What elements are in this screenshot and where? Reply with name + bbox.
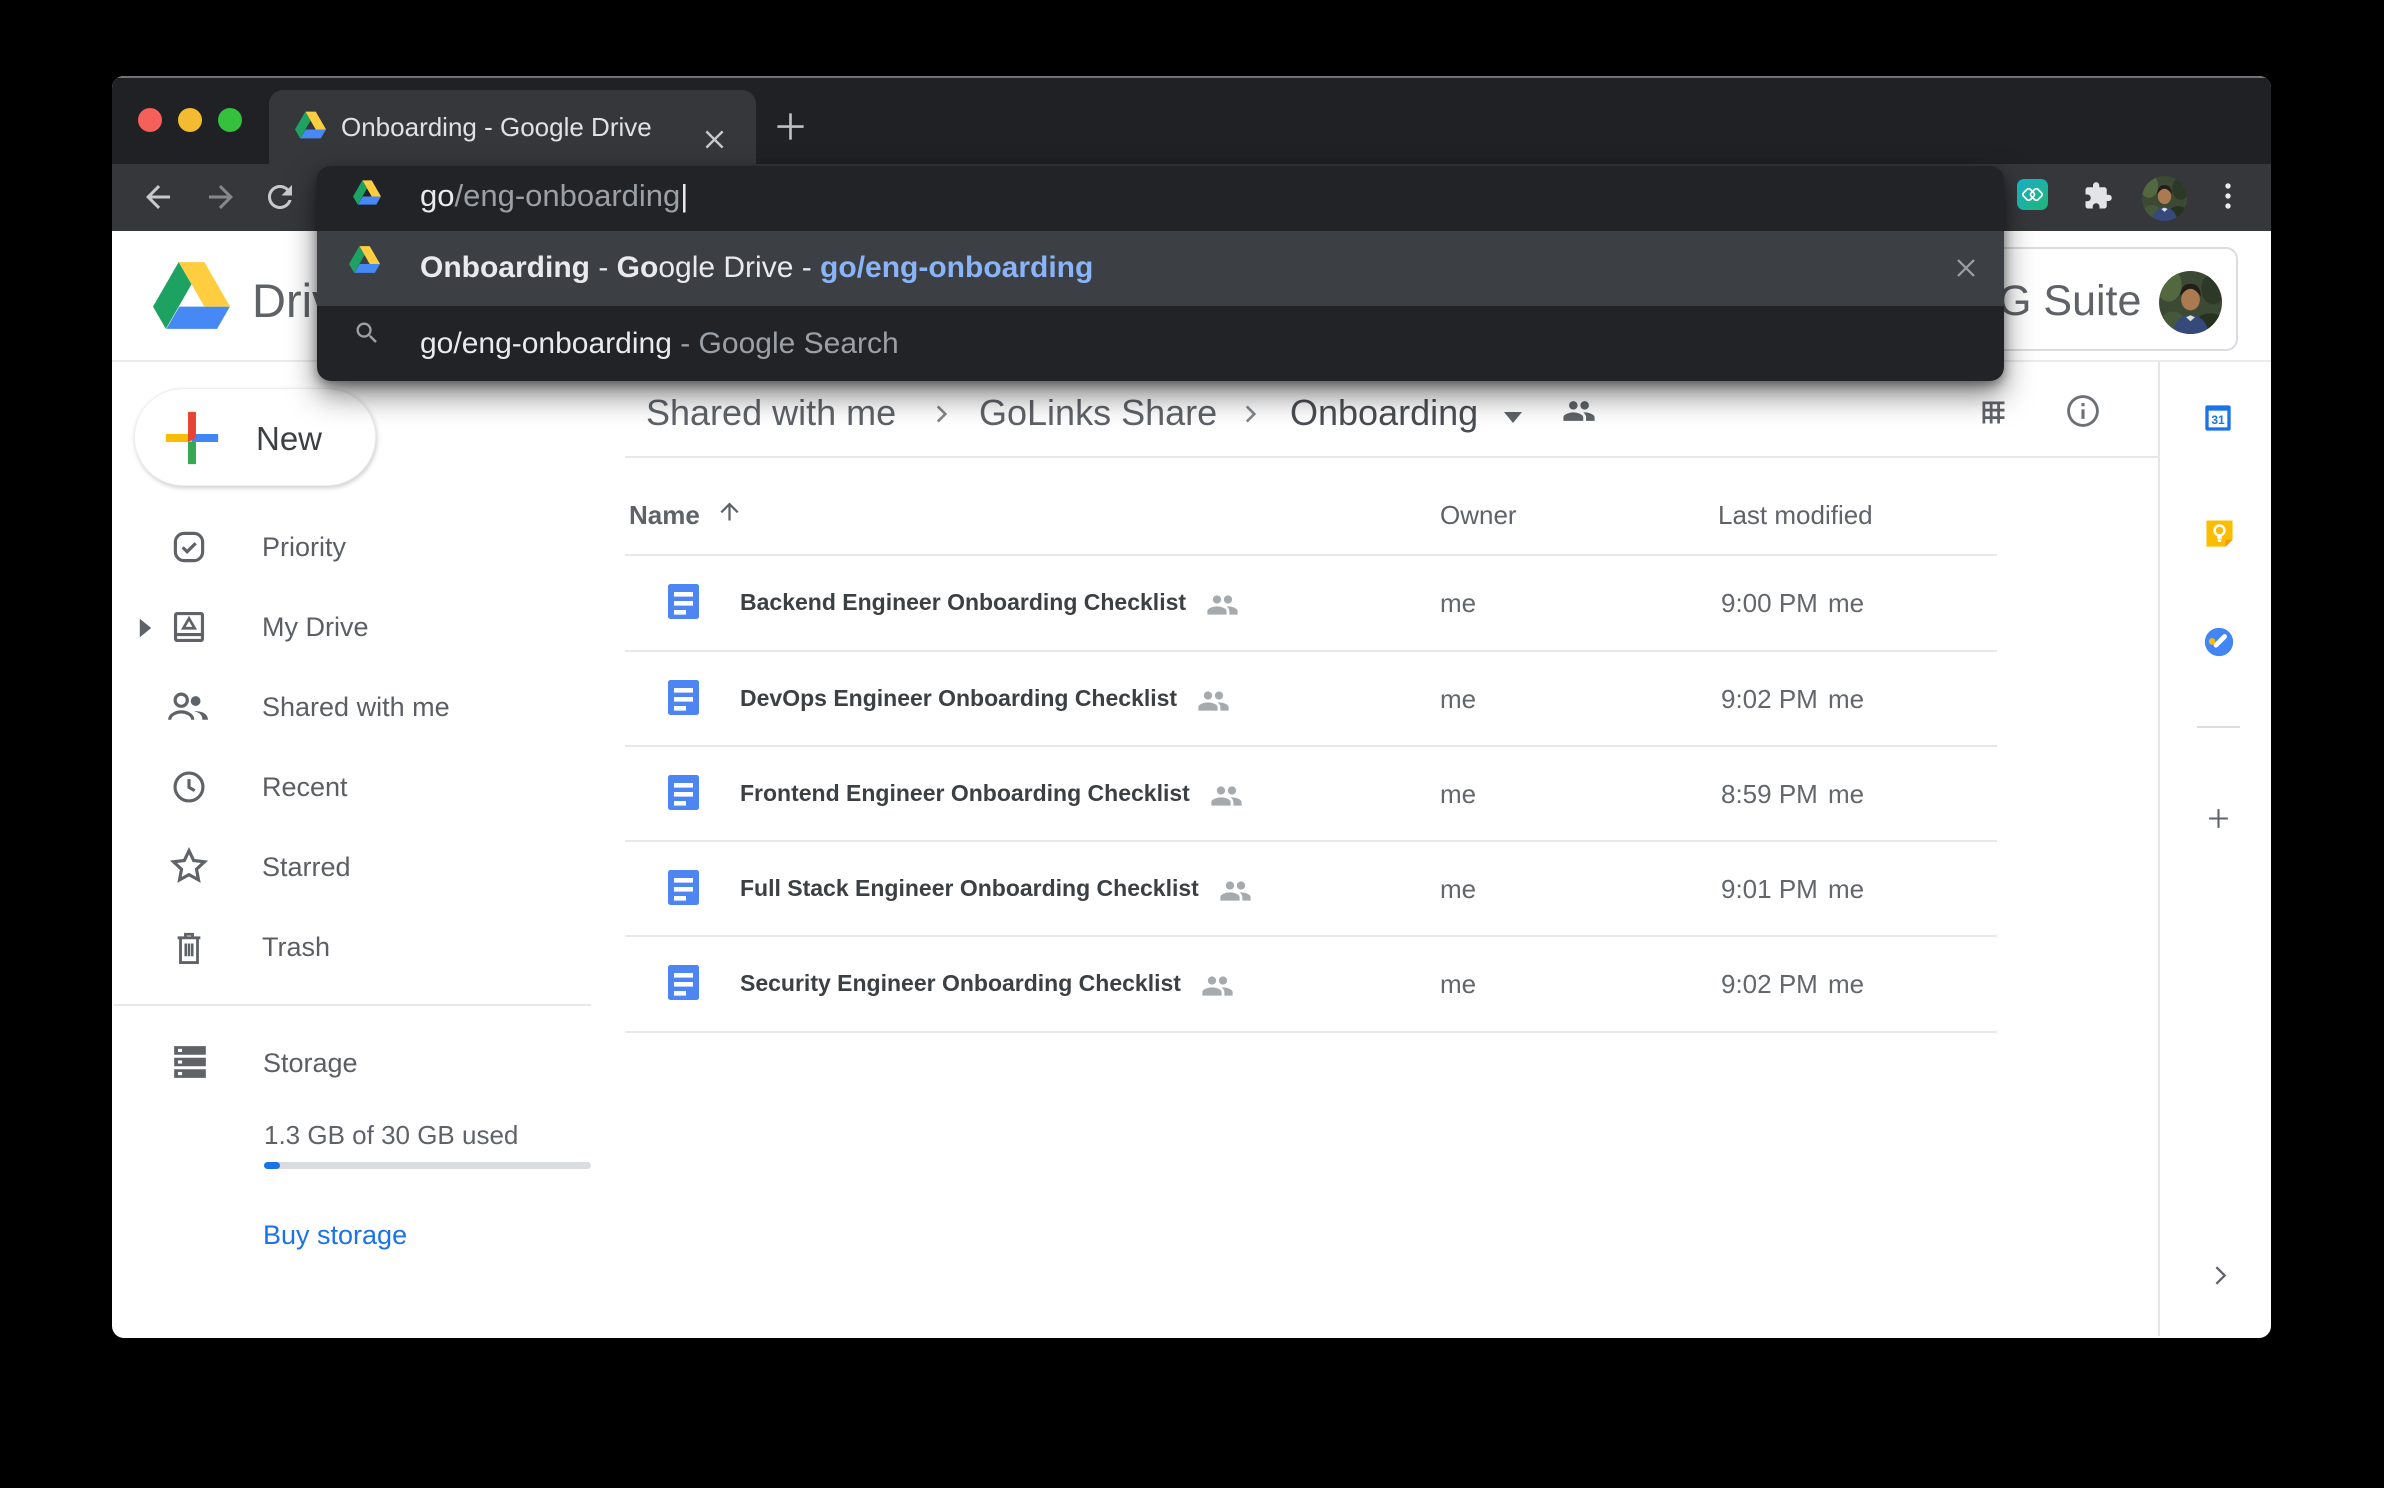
svg-text:31: 31 — [2211, 413, 2225, 427]
